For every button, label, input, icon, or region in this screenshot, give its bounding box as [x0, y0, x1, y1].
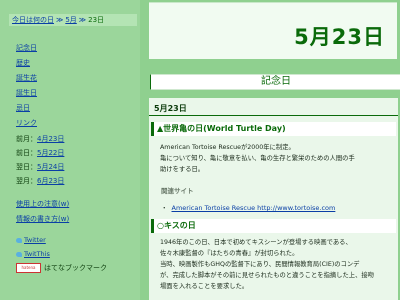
breadcrumb-month-link[interactable]: 5月	[65, 16, 76, 24]
how-to-write-link[interactable]: 情報の書き方(w)	[16, 212, 69, 227]
section-title: 記念日	[150, 74, 400, 90]
twitthis-share: TwitThis	[16, 247, 107, 261]
sidebar-item-kinenbi[interactable]: 記念日	[16, 41, 37, 56]
sidebar-item-tanjoubi[interactable]: 誕生日	[16, 86, 37, 101]
sidebar-item-link[interactable]: リンク	[16, 116, 37, 131]
date-nav-prev-day: 前日：5月22日	[16, 149, 65, 157]
prev-day-link[interactable]: 5月22日	[37, 149, 64, 157]
date-nav-next-day: 翌日：5月24日	[16, 163, 65, 171]
twitter-link[interactable]: Twitter	[24, 237, 46, 244]
date-nav-next-month: 翌月：6月23日	[16, 177, 65, 185]
related-site-item: ・ American Tortoise Rescue http://www.tor…	[161, 202, 335, 212]
page-title: 5月23日	[294, 25, 385, 49]
sidebar-item-rekishi[interactable]: 歴史	[16, 56, 37, 71]
sidebar-item-tanjouka[interactable]: 誕生花	[16, 71, 37, 86]
twitter-share: Twitter	[16, 233, 107, 247]
usage-notes-link[interactable]: 使用上の注意(w)	[16, 197, 69, 212]
entry-title-turtle-day: ▲世界亀の日(World Turtle Day)	[151, 122, 396, 136]
hatena-bookmark-icon[interactable]: hatena	[16, 263, 41, 273]
breadcrumb-home-link[interactable]: 今日は何の日	[12, 16, 54, 24]
twitter-bird-icon	[16, 237, 22, 243]
bullet-icon: ・	[161, 204, 168, 212]
breadcrumb: 今日は何の日 ≫ 5月 ≫ 23日	[9, 14, 137, 26]
next-month-link[interactable]: 6月23日	[37, 177, 64, 185]
main-content: 5月23日 記念日 5月23日 ▲世界亀の日(World Turtle Day)…	[140, 0, 400, 300]
entry-body-turtle-day: American Tortoise Rescueが2000年に制定。 亀について…	[160, 144, 355, 173]
breadcrumb-separator: ≫	[78, 16, 87, 24]
hatena-bookmark-label[interactable]: はてなブックマーク	[44, 264, 107, 272]
date-subheading: 5月23日	[149, 102, 398, 116]
sidebar: 今日は何の日 ≫ 5月 ≫ 23日 記念日 歴史 誕生花 誕生日 忌日 リンク 前月：4…	[0, 0, 140, 300]
entry-body-kiss-day: 1946年のこの日、日本で初めてキスシーンが登場する映画である、 佐々木康監督の…	[160, 239, 374, 290]
date-header: 5月23日	[149, 2, 397, 59]
date-nav-prev-month: 前月：4月23日	[16, 135, 65, 143]
twitter-bird-icon	[16, 251, 22, 257]
sidebar-nav: 記念日 歴史 誕生花 誕生日 忌日 リンク	[16, 41, 37, 131]
breadcrumb-current: 23日	[88, 16, 105, 24]
entry-content: 5月23日 ▲世界亀の日(World Turtle Day) American …	[149, 98, 398, 300]
american-tortoise-rescue-link[interactable]: American Tortoise Rescue http://www.tort…	[172, 204, 336, 212]
sidebar-item-kibi[interactable]: 忌日	[16, 101, 37, 116]
entry-title-kiss-day: ○キスの日	[151, 219, 396, 233]
twitthis-link[interactable]: TwitThis	[24, 251, 50, 258]
breadcrumb-separator: ≫	[56, 16, 64, 24]
prev-month-link[interactable]: 4月23日	[37, 135, 64, 143]
next-day-link[interactable]: 5月24日	[37, 163, 64, 171]
related-sites-label: 関連サイト	[161, 187, 194, 195]
hatena-bookmark[interactable]: hatena はてなブックマーク	[16, 261, 107, 275]
date-navigation: 前月：4月23日 前日：5月22日 翌日：5月24日 翌月：6月23日	[16, 132, 64, 188]
share-links: Twitter TwitThis hatena はてなブックマーク	[16, 233, 107, 275]
usage-links: 使用上の注意(w) 情報の書き方(w)	[16, 197, 69, 227]
